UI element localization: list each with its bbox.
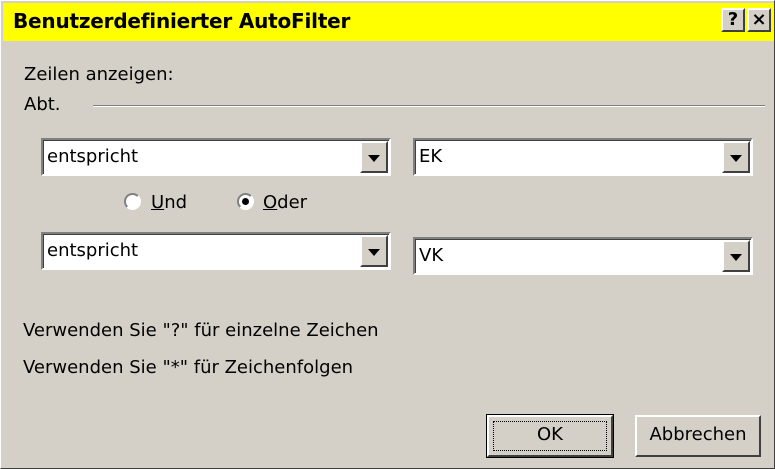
operator1-combobox[interactable]: entspricht [41,138,391,176]
focus-rectangle [493,421,607,451]
chevron-down-icon [368,155,380,162]
hint-char-sequence: Verwenden Sie "*" für Zeichenfolgen [23,357,354,378]
operator1-dropdown-button[interactable] [360,141,388,173]
dialog-title: Benutzerdefinierter AutoFilter [13,9,351,33]
help-button[interactable]: ? [721,8,745,32]
ok-button[interactable]: OK [486,414,614,458]
chevron-down-icon [368,249,380,256]
value2-combobox[interactable]: VK [413,237,753,275]
or-radio-label[interactable]: Oder [263,192,307,213]
operator2-combobox[interactable]: entspricht [41,232,391,270]
close-button[interactable]: × [747,8,771,32]
operator2-dropdown-button[interactable] [360,235,388,267]
title-bar[interactable]: Benutzerdefinierter AutoFilter ? × [3,3,774,41]
value1-value: EK [419,146,443,167]
chevron-down-icon [730,254,742,261]
separator-line [93,105,765,107]
value1-combobox[interactable]: EK [413,138,753,176]
or-radio[interactable] [237,193,254,210]
help-icon: ? [727,9,739,30]
value1-dropdown-button[interactable] [722,141,750,173]
radio-selected-dot [242,198,249,205]
and-radio[interactable] [124,193,141,210]
autofilter-dialog: Benutzerdefinierter AutoFilter ? × Zeile… [0,0,775,469]
show-rows-label: Zeilen anzeigen: [24,64,174,85]
and-radio-label[interactable]: Und [151,192,187,213]
close-icon: × [751,9,767,30]
field-label: Abt. [24,94,61,115]
value2-dropdown-button[interactable] [722,240,750,272]
chevron-down-icon [730,155,742,162]
value2-value: VK [419,245,444,266]
operator2-value: entspricht [47,240,139,261]
cancel-button[interactable]: Abbrechen [635,415,761,457]
hint-single-char: Verwenden Sie "?" für einzelne Zeichen [23,320,379,341]
operator1-value: entspricht [47,146,139,167]
cancel-button-label: Abbrechen [649,424,747,445]
